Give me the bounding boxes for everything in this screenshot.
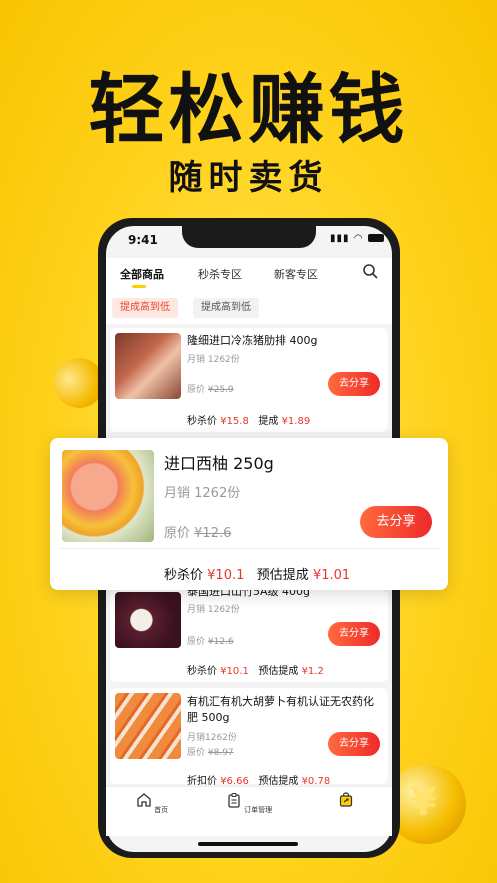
- product-original-price: 原价 ¥12.6: [187, 637, 234, 647]
- search-icon[interactable]: [362, 263, 378, 279]
- status-icons: ▮▮▮ ◠: [330, 233, 384, 244]
- status-time: 9:41: [128, 233, 158, 247]
- featured-original-price: 原价 ¥12.6: [164, 526, 232, 541]
- tab-new-customer[interactable]: 新客专区: [274, 266, 318, 282]
- nav-orders-label: 订单管理: [244, 806, 273, 814]
- share-button[interactable]: 去分享: [328, 732, 380, 756]
- featured-product-sales: 月销 1262份: [164, 486, 241, 501]
- phone-notch: [182, 222, 316, 248]
- tab-all-products[interactable]: 全部商品: [120, 266, 164, 282]
- product-sales: 月销 1262份: [187, 605, 240, 615]
- nav-orders[interactable]: 订单管理: [219, 792, 279, 815]
- product-image-ribs: [115, 333, 181, 399]
- clipboard-icon: [228, 792, 240, 808]
- product-price-line: 秒杀价 ¥10.1 预估提成 ¥1.2: [187, 666, 324, 677]
- product-original-price: 原价 ¥8.97: [187, 748, 234, 758]
- featured-product-image-grapefruit: [62, 450, 154, 542]
- share-button[interactable]: 去分享: [328, 622, 380, 646]
- nav-share[interactable]: [316, 792, 376, 814]
- wifi-icon: ◠: [353, 233, 364, 244]
- tab-flash-sale[interactable]: 秒杀专区: [198, 266, 242, 282]
- nav-home-label: 首页: [154, 806, 169, 814]
- featured-price-line: 秒杀价 ¥10.1 预估提成 ¥1.01: [164, 568, 351, 583]
- battery-icon: [367, 234, 384, 242]
- product-sales: 月销1262份: [187, 733, 237, 743]
- tab-active-indicator: [132, 285, 146, 288]
- divider: [60, 548, 440, 549]
- home-indicator: [198, 842, 298, 846]
- share-bag-icon: [339, 792, 353, 807]
- featured-share-button[interactable]: 去分享: [360, 506, 432, 538]
- promo-subline: 随时卖货: [168, 158, 329, 198]
- signal-icon: ▮▮▮: [330, 233, 350, 244]
- product-image-mangosteen: [115, 592, 181, 648]
- product-sales: 月销 1262份: [187, 355, 240, 365]
- promo-headline: 轻松赚钱: [88, 65, 409, 154]
- product-price-line: 秒杀价 ¥15.8 提成 ¥1.89: [187, 416, 311, 427]
- product-price-line: 折扣价 ¥6.66 预估提成 ¥0.78: [187, 776, 331, 787]
- filter-commission-desc-alt[interactable]: 提成高到低: [193, 298, 259, 318]
- home-icon: [137, 793, 151, 807]
- featured-product-title: 进口西柚 250g: [164, 454, 274, 473]
- share-button[interactable]: 去分享: [328, 372, 380, 396]
- product-title: 隆细进口冷冻猪肋排 400g: [187, 334, 318, 347]
- nav-home[interactable]: 首页: [122, 792, 182, 815]
- product-original-price: 原价 ¥25.9: [187, 385, 234, 395]
- filter-commission-desc[interactable]: 提成高到低: [112, 298, 178, 318]
- product-title: 有机汇有机大胡萝卜有机认证无农药化肥 500g: [187, 695, 374, 724]
- product-image-carrots: [115, 693, 181, 759]
